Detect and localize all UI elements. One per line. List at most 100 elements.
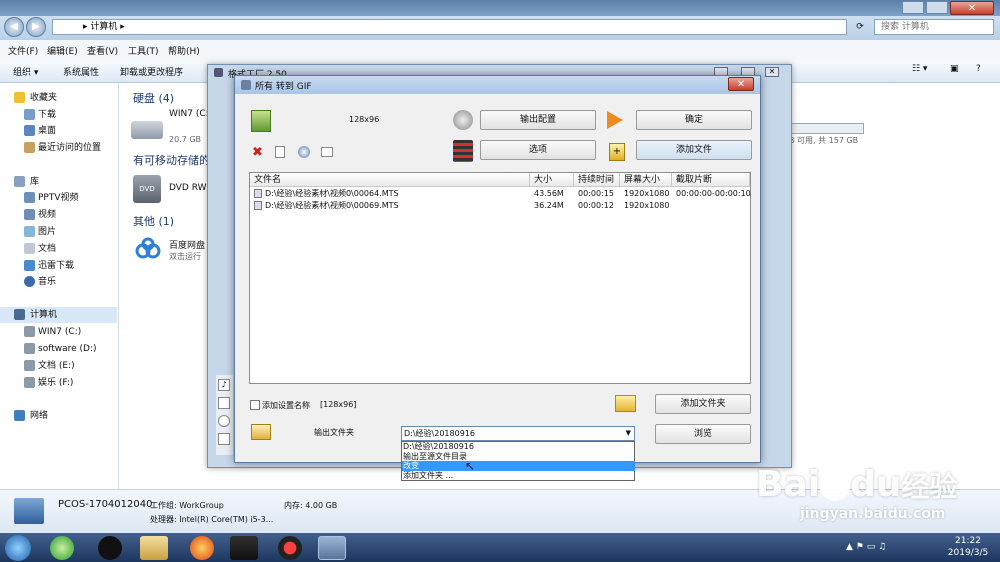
- output-folder-dropdown: D:\经验\20180916 输出至源文件目录 改变 添加文件夹 ...: [401, 441, 635, 481]
- organize-button[interactable]: 组织 ▾: [13, 65, 38, 78]
- browse-button[interactable]: 浏览: [655, 424, 751, 444]
- maximize-button[interactable]: [926, 1, 948, 14]
- options-button[interactable]: 选项: [480, 140, 596, 160]
- baidu-cloud-logo: [135, 237, 161, 259]
- row-filename: D:\经验\经验素材\视频0\00064.MTS: [265, 189, 399, 198]
- dvd-drive-name[interactable]: DVD RW: [169, 183, 207, 193]
- table-row[interactable]: D:\经验\经验素材\视频0\00069.MTS 36.24M 00:00:12…: [250, 200, 750, 212]
- col-filename[interactable]: 文件名: [250, 173, 530, 187]
- add-file-button[interactable]: 添加文件: [636, 140, 752, 160]
- clock-date: 2019/3/5: [947, 548, 989, 558]
- col-screen-size[interactable]: 屏幕大小: [620, 173, 672, 187]
- row-size: 36.24M: [534, 201, 564, 210]
- col-size[interactable]: 大小: [530, 173, 574, 187]
- disc-category-icon[interactable]: [218, 415, 230, 427]
- table-row[interactable]: D:\经验\经验素材\视频0\00064.MTS 43.56M 00:00:15…: [250, 188, 751, 200]
- dropdown-option[interactable]: 输出至源文件目录: [402, 452, 635, 462]
- add-folder-button[interactable]: 添加文件夹: [655, 394, 751, 414]
- picture-icon: [24, 226, 35, 237]
- format-factory-taskbar-icon[interactable]: [318, 536, 346, 560]
- drive-icon: [24, 377, 35, 388]
- baidu-netdisk-name[interactable]: 百度网盘: [169, 238, 205, 251]
- menu-help[interactable]: 帮助(H): [168, 44, 200, 57]
- menu-file[interactable]: 文件(F): [8, 44, 38, 57]
- nav-documents[interactable]: 文档: [24, 242, 56, 256]
- dropdown-option[interactable]: D:\经验\20180916: [402, 442, 635, 452]
- menu-tools[interactable]: 工具(T): [128, 44, 159, 57]
- back-close-button[interactable]: ✕: [765, 67, 779, 77]
- left-toolbar-strip: ♪: [216, 375, 233, 455]
- dialog-close-button[interactable]: ✕: [728, 77, 754, 91]
- video-icon: [24, 209, 35, 220]
- add-setting-name-checkbox[interactable]: [250, 400, 260, 410]
- view-options-icon[interactable]: ☷ ▾: [912, 64, 927, 74]
- tools-category-icon[interactable]: [218, 433, 230, 445]
- music-icon: [24, 276, 35, 287]
- nav-drive-d[interactable]: software (D:): [24, 342, 97, 356]
- row-filename: D:\经验\经验素材\视频0\00069.MTS: [265, 201, 399, 210]
- group-removable: 有可移动存储的: [133, 154, 210, 167]
- nav-pictures[interactable]: 图片: [24, 225, 56, 239]
- nav-music[interactable]: 音乐: [24, 275, 56, 289]
- search-input[interactable]: 搜索 计算机: [874, 19, 994, 35]
- qq-icon[interactable]: [98, 536, 122, 560]
- system-properties-button[interactable]: 系统属性: [63, 65, 99, 78]
- media-player-icon[interactable]: [230, 536, 258, 560]
- preview-pane-icon[interactable]: ▣: [950, 64, 959, 74]
- media-info-icon[interactable]: [321, 147, 333, 157]
- forward-button[interactable]: ▶: [26, 17, 46, 37]
- drive-free-space: B 可用, 共 157 GB: [789, 136, 859, 145]
- nav-pptv[interactable]: PPTV视频: [24, 191, 79, 205]
- nav-downloads[interactable]: 下载: [24, 108, 56, 122]
- output-folder-select[interactable]: D:\经验\20180916 ▼: [401, 426, 635, 441]
- browser-360-icon[interactable]: [50, 536, 74, 560]
- baidu-watermark: Bai du经验: [756, 464, 958, 505]
- uninstall-button[interactable]: 卸载或更改程序: [120, 65, 183, 78]
- ok-button[interactable]: 确定: [636, 110, 752, 130]
- output-config-button[interactable]: 输出配置: [480, 110, 596, 130]
- picture-category-icon[interactable]: [218, 397, 230, 409]
- dropdown-option[interactable]: 添加文件夹 ...: [402, 471, 635, 481]
- top-window-strip: [0, 0, 1000, 16]
- nav-videos[interactable]: 视频: [24, 208, 56, 222]
- minimize-button[interactable]: [902, 1, 924, 14]
- video-library-icon: [24, 192, 35, 203]
- dropdown-option-selected[interactable]: 改变: [402, 461, 635, 471]
- clear-list-icon[interactable]: [275, 146, 285, 158]
- paw-logo-icon: [820, 471, 851, 501]
- app-icon: [214, 68, 223, 77]
- row-clip: 00:00:00-00:00:10: [676, 189, 751, 198]
- drive-c-name[interactable]: WIN7 (C:: [169, 109, 209, 119]
- nav-network[interactable]: 网络: [14, 409, 48, 423]
- nav-drive-f[interactable]: 娱乐 (F:): [24, 376, 73, 390]
- output-config-icon: [453, 110, 473, 130]
- menu-edit[interactable]: 编辑(E): [47, 44, 78, 57]
- delete-icon[interactable]: ✖: [252, 145, 263, 160]
- video-file-icon: [254, 189, 262, 198]
- nav-favorites[interactable]: 收藏夹: [14, 91, 57, 105]
- start-button[interactable]: [5, 535, 31, 561]
- audio-category-icon[interactable]: ♪: [218, 379, 230, 391]
- firefox-icon[interactable]: [190, 536, 214, 560]
- col-duration[interactable]: 持续时间: [574, 173, 620, 187]
- nav-recent[interactable]: 最近访问的位置: [24, 141, 101, 155]
- record-icon[interactable]: [278, 536, 302, 560]
- navigation-pane: 收藏夹 下载 桌面 最近访问的位置 库 PPTV视频 视频 图片 文档 迅雷下载…: [0, 83, 119, 489]
- explorer-taskbar-icon[interactable]: [140, 536, 168, 560]
- nav-thunder[interactable]: 迅雷下载: [24, 259, 74, 273]
- play-icon[interactable]: [298, 146, 310, 158]
- menu-view[interactable]: 查看(V): [87, 44, 118, 57]
- address-bar[interactable]: ▸ 计算机 ▸: [52, 19, 847, 35]
- refresh-icon[interactable]: ⟳: [851, 19, 869, 35]
- nav-computer[interactable]: 计算机: [14, 308, 57, 322]
- back-button[interactable]: ◀: [4, 17, 24, 37]
- row-size: 43.56M: [534, 189, 564, 198]
- close-button[interactable]: ✕: [950, 1, 994, 15]
- nav-desktop[interactable]: 桌面: [24, 124, 56, 138]
- nav-libraries[interactable]: 库: [14, 175, 39, 189]
- nav-drive-c[interactable]: WIN7 (C:): [24, 325, 81, 339]
- tray-icons[interactable]: ▲ ⚑ ▭ ♫: [846, 542, 886, 552]
- help-icon[interactable]: ?: [976, 64, 981, 74]
- col-clip[interactable]: 截取片断: [672, 173, 750, 187]
- nav-drive-e[interactable]: 文档 (E:): [24, 359, 75, 373]
